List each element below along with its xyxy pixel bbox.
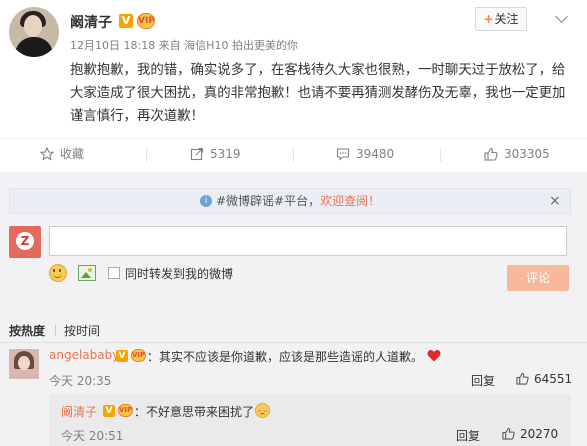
- action-bar: 收藏 5319 39480 303305: [0, 138, 587, 168]
- verified-badge-icon: V: [103, 405, 115, 417]
- like-button[interactable]: 303305: [484, 139, 550, 169]
- reply-like-button[interactable]: 20270: [502, 427, 558, 441]
- follow-label: 关注: [494, 12, 519, 26]
- favorite-button[interactable]: 收藏: [40, 139, 84, 169]
- comment-like-button[interactable]: 64551: [516, 372, 572, 386]
- repost-button[interactable]: 5319: [190, 139, 241, 169]
- like-count: 303305: [504, 147, 550, 161]
- reply-time: 今天 20:51: [61, 429, 124, 443]
- notice-text: #微博辟谣#平台，: [216, 194, 321, 208]
- comment-username[interactable]: angelababy: [49, 348, 119, 362]
- divider: [440, 148, 441, 162]
- reply-button[interactable]: 回复: [456, 427, 480, 444]
- info-icon: i: [200, 194, 212, 207]
- divider: [146, 148, 147, 162]
- verified-badge-icon: V: [116, 350, 128, 362]
- notice-link[interactable]: 欢迎查阅！: [320, 194, 380, 208]
- repost-checkbox[interactable]: [108, 267, 120, 279]
- verified-badge-icon: V: [119, 14, 133, 28]
- vip-badge-icon: VIP: [137, 13, 155, 29]
- heart-icon: [427, 350, 441, 362]
- sort-by-hot-tab[interactable]: 按热度: [9, 322, 45, 339]
- author-name[interactable]: 阚清子: [70, 12, 112, 32]
- favorite-label: 收藏: [60, 147, 85, 161]
- repost-icon: [190, 147, 204, 160]
- plus-icon: +: [483, 12, 494, 26]
- divider: [293, 148, 294, 162]
- close-icon[interactable]: ×: [549, 189, 561, 213]
- comment-text: ：其实不应该是你道歉，应该是那些造谣的人道歉。: [147, 350, 424, 364]
- repost-count: 5319: [210, 147, 241, 161]
- thumbs-up-icon: [484, 147, 498, 161]
- emoji-icon[interactable]: [49, 264, 67, 282]
- vip-badge-icon: VIP: [118, 404, 133, 417]
- sort-bar: 按热度 按时间: [0, 315, 587, 343]
- comment-button[interactable]: 39480: [336, 139, 394, 169]
- reply-box: [49, 394, 571, 446]
- chevron-down-icon[interactable]: [555, 10, 568, 23]
- post-meta: 12月10日 18:18 来自 海信H10 拍出更美的你: [70, 39, 298, 52]
- star-icon: [40, 146, 54, 161]
- comment-input[interactable]: [49, 226, 567, 256]
- repost-checkbox-label[interactable]: 同时转发到我的微博: [125, 265, 233, 282]
- thumbs-up-icon: [502, 427, 515, 440]
- reply-button[interactable]: 回复: [471, 372, 495, 389]
- follow-button[interactable]: +关注: [475, 7, 527, 31]
- current-user-avatar: Z: [9, 226, 41, 258]
- post-text: 抱歉抱歉，我的错，确实说多了，在客栈待久大家也很熟，一时聊天过于放松了，给大家造…: [70, 63, 566, 124]
- commenter-avatar[interactable]: [9, 349, 39, 379]
- blush-emoji: [255, 403, 270, 418]
- comment-time: 今天 20:35: [49, 374, 112, 388]
- reply-like-count: 20270: [520, 427, 559, 441]
- image-icon[interactable]: [78, 265, 96, 281]
- reply-username[interactable]: 阚清子: [61, 403, 97, 420]
- avatar-glyph: Z: [16, 232, 34, 250]
- comment-icon: [336, 147, 350, 161]
- divider: [55, 325, 56, 336]
- notice-bar: i #微博辟谣#平台，欢迎查阅！ ×: [9, 188, 571, 214]
- vip-badge-icon: VIP: [131, 349, 146, 362]
- comment-like-count: 64551: [534, 372, 573, 386]
- submit-comment-button[interactable]: 评论: [507, 265, 569, 291]
- thumbs-up-icon: [516, 372, 529, 385]
- sort-by-time-tab[interactable]: 按时间: [64, 322, 100, 339]
- reply-text: ：不好意思带来困扰了: [134, 405, 255, 419]
- comment-count: 39480: [356, 147, 395, 161]
- author-avatar[interactable]: [9, 7, 59, 57]
